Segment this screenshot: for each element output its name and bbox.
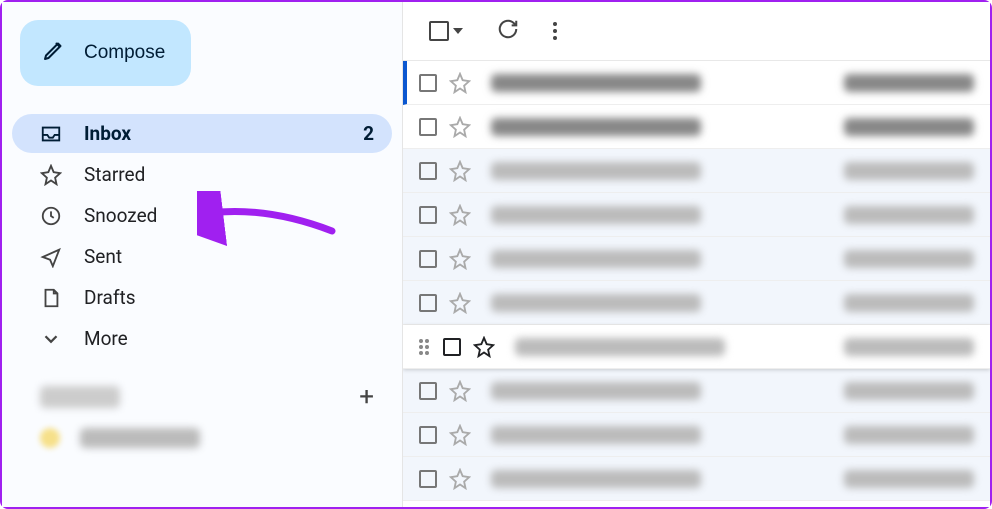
email-row[interactable] xyxy=(403,369,990,413)
email-row[interactable] xyxy=(403,325,990,369)
label-name xyxy=(80,428,200,448)
row-checkbox[interactable] xyxy=(419,470,437,488)
sidebar: Compose Inbox 2 Starred Snoozed xyxy=(2,2,402,507)
star-icon xyxy=(40,164,62,186)
email-subject xyxy=(844,118,974,136)
sidebar-item-label: Drafts xyxy=(84,286,374,309)
row-checkbox[interactable] xyxy=(419,118,437,136)
email-subject xyxy=(844,470,974,488)
email-subject xyxy=(844,382,974,400)
email-row[interactable] xyxy=(403,193,990,237)
email-row[interactable] xyxy=(403,105,990,149)
row-checkbox[interactable] xyxy=(419,426,437,444)
email-sender xyxy=(491,162,701,180)
email-subject xyxy=(844,206,974,224)
star-icon[interactable] xyxy=(449,248,471,270)
nav-list: Inbox 2 Starred Snoozed Sent xyxy=(12,114,392,358)
chevron-down-icon xyxy=(40,328,62,350)
row-checkbox[interactable] xyxy=(419,382,437,400)
file-icon xyxy=(40,287,62,309)
email-subject xyxy=(844,74,974,92)
email-sender xyxy=(491,294,701,312)
row-checkbox[interactable] xyxy=(419,206,437,224)
email-sender xyxy=(491,470,701,488)
star-icon[interactable] xyxy=(449,380,471,402)
email-subject xyxy=(844,294,974,312)
sidebar-item-label: Inbox xyxy=(84,122,341,145)
sidebar-item-label: More xyxy=(84,327,374,350)
label-color-icon xyxy=(40,428,60,448)
compose-label: Compose xyxy=(84,42,165,64)
drag-handle-icon[interactable] xyxy=(419,339,429,355)
email-sender xyxy=(491,118,701,136)
star-icon[interactable] xyxy=(449,160,471,182)
more-menu-button[interactable] xyxy=(553,22,557,40)
star-icon[interactable] xyxy=(473,336,495,358)
clock-icon xyxy=(40,205,62,227)
star-icon[interactable] xyxy=(449,72,471,94)
star-icon[interactable] xyxy=(449,116,471,138)
toolbar xyxy=(403,2,990,61)
email-subject xyxy=(844,426,974,444)
email-row[interactable] xyxy=(403,413,990,457)
row-checkbox[interactable] xyxy=(419,74,437,92)
sidebar-item-starred[interactable]: Starred xyxy=(12,155,392,194)
checkbox-icon xyxy=(429,21,449,41)
sidebar-item-sent[interactable]: Sent xyxy=(12,237,392,276)
row-checkbox[interactable] xyxy=(419,294,437,312)
sidebar-item-more[interactable]: More xyxy=(12,319,392,358)
refresh-button[interactable] xyxy=(497,18,519,44)
sidebar-item-label: Sent xyxy=(84,245,374,268)
chevron-down-icon xyxy=(453,28,463,34)
row-checkbox[interactable] xyxy=(419,162,437,180)
email-row[interactable] xyxy=(403,457,990,501)
email-list xyxy=(403,61,990,507)
email-row[interactable] xyxy=(403,237,990,281)
label-item[interactable] xyxy=(12,418,392,458)
main-panel xyxy=(402,2,990,507)
sidebar-item-drafts[interactable]: Drafts xyxy=(12,278,392,317)
email-sender xyxy=(515,338,725,356)
email-sender xyxy=(491,250,701,268)
sidebar-item-snoozed[interactable]: Snoozed xyxy=(12,196,392,235)
row-checkbox[interactable] xyxy=(443,338,461,356)
email-row[interactable] xyxy=(403,149,990,193)
send-icon xyxy=(40,246,62,268)
sidebar-item-label: Snoozed xyxy=(84,204,374,227)
labels-header: + xyxy=(12,360,392,418)
labels-heading xyxy=(40,386,120,408)
email-subject xyxy=(844,250,974,268)
email-sender xyxy=(491,382,701,400)
compose-button[interactable]: Compose xyxy=(20,20,191,86)
inbox-badge: 2 xyxy=(363,122,374,145)
email-subject xyxy=(844,162,974,180)
email-sender xyxy=(491,206,701,224)
sidebar-item-inbox[interactable]: Inbox 2 xyxy=(12,114,392,153)
pencil-icon xyxy=(42,38,66,68)
select-all-checkbox[interactable] xyxy=(429,21,463,41)
add-label-button[interactable]: + xyxy=(359,382,374,412)
row-checkbox[interactable] xyxy=(419,250,437,268)
star-icon[interactable] xyxy=(449,204,471,226)
star-icon[interactable] xyxy=(449,468,471,490)
email-row[interactable] xyxy=(403,61,990,105)
star-icon[interactable] xyxy=(449,292,471,314)
email-subject xyxy=(844,338,974,356)
sidebar-item-label: Starred xyxy=(84,163,374,186)
inbox-icon xyxy=(40,123,62,145)
email-sender xyxy=(491,426,701,444)
star-icon[interactable] xyxy=(449,424,471,446)
email-sender xyxy=(491,74,701,92)
email-row[interactable] xyxy=(403,281,990,325)
